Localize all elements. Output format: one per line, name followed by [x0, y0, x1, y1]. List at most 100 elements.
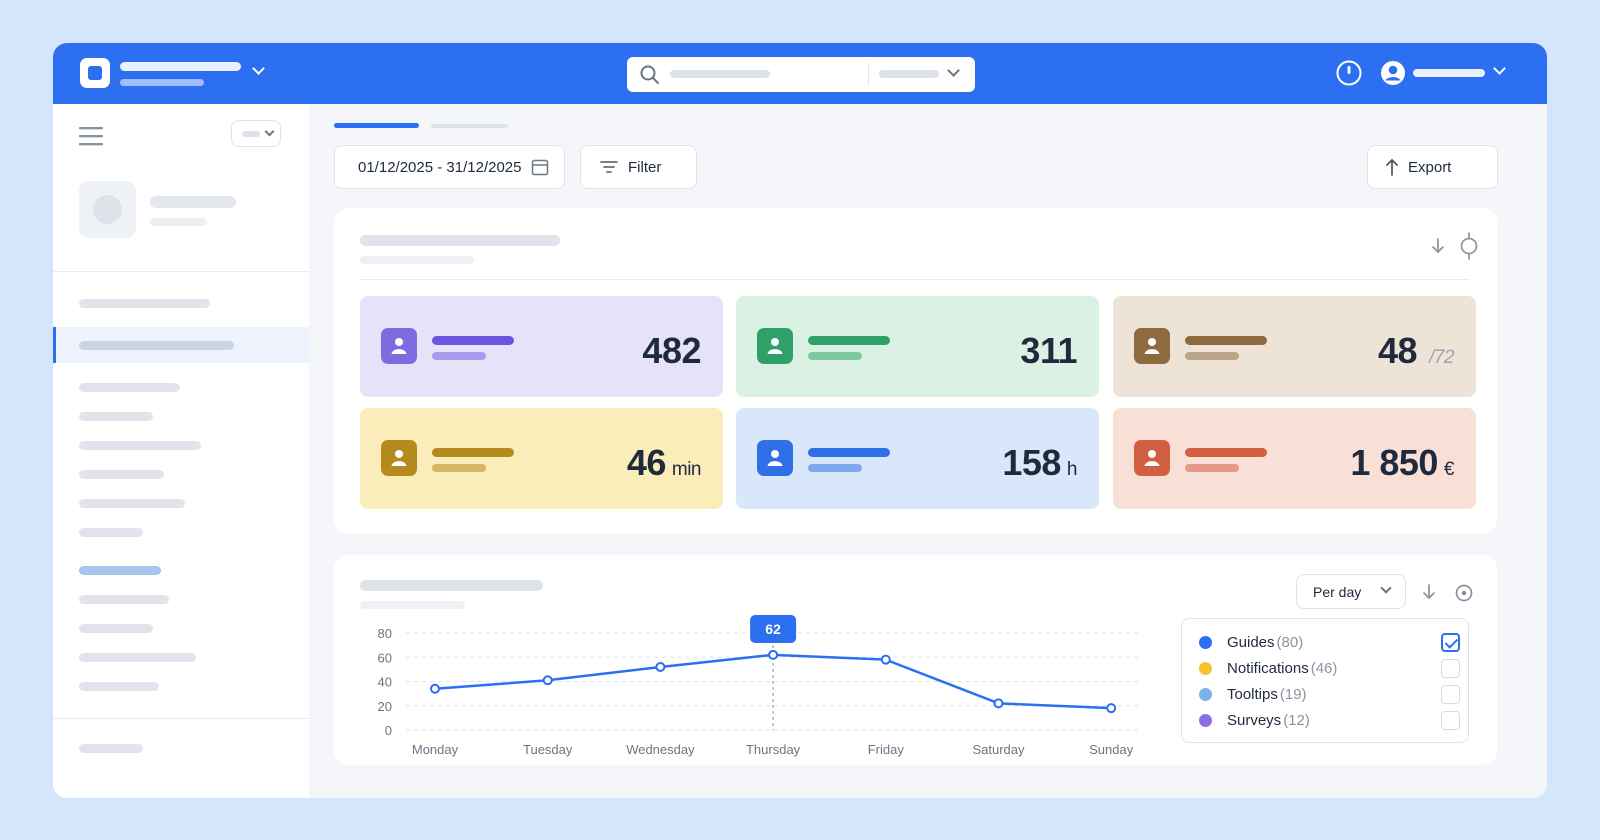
chart-panel: Per day 0 20 40 60 80 Monday Tuesday Wednesday T…	[334, 555, 1497, 765]
period-select[interactable]: Per day	[1296, 574, 1406, 609]
x-tick-label: Tuesday	[523, 742, 573, 757]
stat-value: 46 min	[627, 442, 702, 484]
export-button[interactable]: Export	[1367, 145, 1498, 189]
stat-value: 48/72	[1378, 330, 1454, 372]
workspace-sub-placeholder	[120, 79, 204, 86]
stat-number: 482	[642, 330, 701, 371]
nav-item[interactable]	[79, 441, 201, 450]
stat-card[interactable]: 1 850 €	[1113, 408, 1476, 509]
download-icon[interactable]	[1421, 583, 1437, 601]
stat-card[interactable]: 46 min	[360, 408, 723, 509]
legend-count: (46)	[1310, 659, 1338, 677]
y-tick-label: 60	[378, 650, 392, 665]
stat-sublabel-placeholder	[808, 464, 862, 472]
app-logo[interactable]	[80, 58, 110, 88]
stat-sublabel-placeholder	[1185, 352, 1239, 360]
stat-card[interactable]: 158 h	[736, 408, 1099, 509]
menu-icon[interactable]	[79, 126, 103, 146]
nav-item[interactable]	[79, 528, 143, 537]
nav-item[interactable]	[79, 383, 180, 392]
line-chart: 0 20 40 60 80 Monday Tuesday Wednesday Thursday F…	[378, 615, 1142, 757]
nav-item[interactable]	[79, 499, 185, 508]
data-point	[1106, 703, 1117, 714]
nav-item[interactable]	[79, 595, 169, 604]
stat-label-placeholder	[808, 448, 890, 457]
sidebar-toggle[interactable]	[231, 120, 281, 147]
user-menu-chevron-icon[interactable]	[1493, 62, 1506, 75]
profile-avatar[interactable]	[79, 181, 136, 238]
legend-color-dot	[1199, 635, 1212, 649]
nav-item[interactable]	[79, 470, 164, 479]
stats-subtitle-placeholder	[360, 256, 474, 264]
data-point	[880, 654, 891, 665]
stat-card[interactable]: 311	[736, 296, 1099, 397]
stat-unit: min	[671, 459, 702, 480]
nav-item[interactable]	[79, 682, 159, 691]
period-select-value: Per day	[1313, 584, 1362, 600]
y-tick-label: 40	[378, 675, 392, 690]
nav-item-active[interactable]	[53, 327, 309, 363]
profile-sub-placeholder	[150, 218, 207, 226]
user-name-placeholder[interactable]	[1413, 69, 1485, 77]
nav-item[interactable]	[79, 299, 210, 308]
export-label: Export	[1408, 158, 1452, 176]
search-scope-placeholder[interactable]	[879, 70, 939, 78]
legend-label: Guides	[1227, 633, 1275, 651]
legend-box: Guides (80) Notifications (46) Tooltips (19) S…	[1181, 618, 1469, 743]
stats-panel: 482 311 48/72 46 min 158 h 1 850 €	[334, 208, 1497, 534]
x-tick-label: Monday	[412, 742, 459, 757]
calendar-icon	[532, 159, 549, 176]
stat-label-placeholder	[432, 448, 514, 457]
legend-checkbox[interactable]	[1441, 633, 1460, 652]
legend-color-dot	[1199, 713, 1212, 727]
legend-item[interactable]: Notifications (46)	[1199, 658, 1337, 678]
top-bar	[53, 43, 1547, 104]
date-range-picker[interactable]: 01/12/2025 - 31/12/2025	[334, 145, 565, 189]
legend-checkbox[interactable]	[1441, 659, 1460, 678]
legend-label: Tooltips	[1227, 685, 1278, 703]
stat-number: 311	[1020, 330, 1077, 371]
nav-item[interactable]	[79, 624, 153, 633]
search-scope-chevron-icon[interactable]	[947, 64, 960, 77]
workspace-name-placeholder[interactable]	[120, 62, 241, 71]
download-icon[interactable]	[1430, 237, 1446, 255]
data-point	[768, 649, 779, 660]
nav-item[interactable]	[79, 412, 153, 421]
nav-item[interactable]	[79, 653, 196, 662]
search-bar[interactable]	[627, 57, 975, 92]
legend-item[interactable]: Tooltips (19)	[1199, 684, 1307, 704]
stat-sublabel-placeholder	[808, 352, 862, 360]
settings-icon[interactable]	[1454, 583, 1474, 603]
stat-sublabel-placeholder	[432, 464, 486, 472]
sidebar	[53, 104, 309, 798]
legend-color-dot	[1199, 661, 1212, 675]
user-icon	[381, 440, 417, 476]
stat-card[interactable]: 482	[360, 296, 723, 397]
nav-section-header	[79, 566, 161, 575]
tab-active[interactable]	[334, 123, 419, 128]
stat-number: 48	[1378, 330, 1418, 371]
workspace-chevron-down-icon[interactable]	[252, 62, 265, 75]
legend-checkbox[interactable]	[1441, 685, 1460, 704]
avatar-icon[interactable]	[1380, 60, 1406, 86]
pin-icon[interactable]	[1459, 232, 1479, 260]
legend-color-dot	[1199, 687, 1212, 701]
main-content: 01/12/2025 - 31/12/2025 Filter Export 48…	[309, 104, 1547, 798]
nav-footer-item[interactable]	[79, 744, 143, 753]
user-icon	[757, 440, 793, 476]
y-tick-label: 20	[378, 699, 392, 714]
help-icon[interactable]	[1335, 59, 1363, 87]
y-tick-label: 80	[378, 626, 392, 641]
filter-button[interactable]: Filter	[580, 145, 697, 189]
stat-value: 482	[642, 330, 701, 372]
legend-item[interactable]: Guides (80)	[1199, 632, 1303, 652]
stat-number: 158	[1002, 442, 1061, 483]
stat-sublabel-placeholder	[1185, 464, 1239, 472]
user-icon	[757, 328, 793, 364]
tab-inactive[interactable]	[431, 124, 508, 128]
user-icon	[1134, 440, 1170, 476]
stat-value: 311	[1020, 330, 1077, 372]
legend-item[interactable]: Surveys (12)	[1199, 710, 1310, 730]
stat-card[interactable]: 48/72	[1113, 296, 1476, 397]
legend-checkbox[interactable]	[1441, 711, 1460, 730]
